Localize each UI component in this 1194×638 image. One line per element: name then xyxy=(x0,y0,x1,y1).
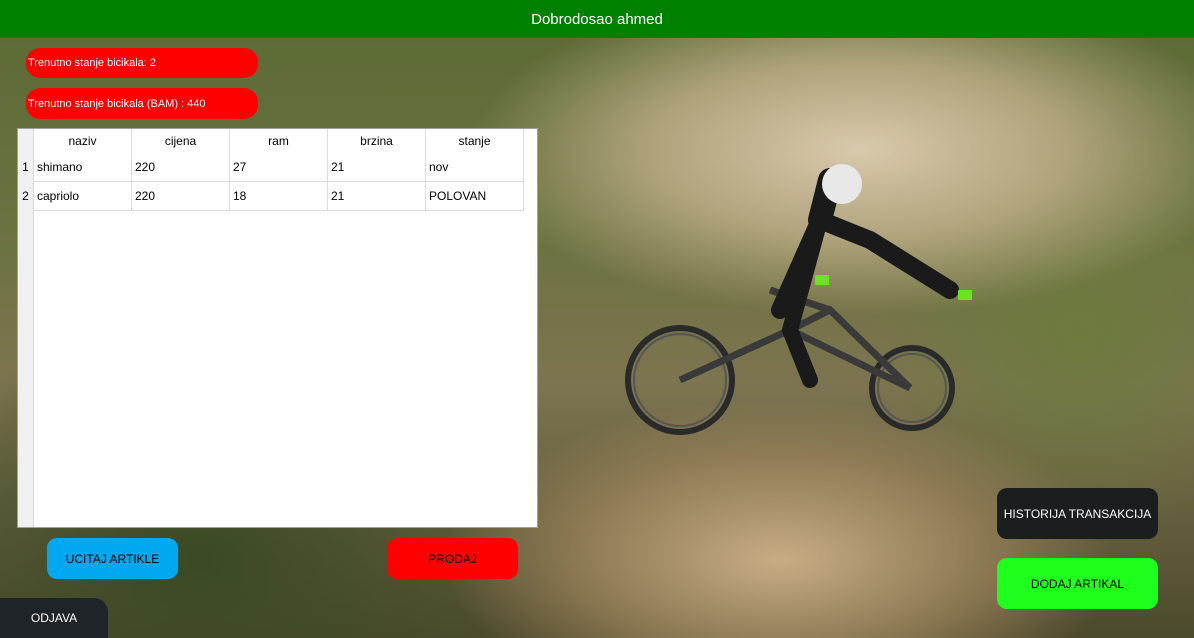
logout-button[interactable]: ODJAVA xyxy=(0,598,108,638)
corner-header-cell[interactable] xyxy=(18,129,34,153)
bike-value-label: Trenutno stanje bicikala (BAM) : 440 xyxy=(26,88,258,119)
bike-count-label: Trenutno stanje bicikala: 2 xyxy=(26,48,258,78)
table-cell[interactable]: capriolo xyxy=(33,181,132,211)
row-index[interactable]: 1 xyxy=(18,153,34,182)
table-row[interactable]: 2 capriolo 220 18 21 POLOVAN xyxy=(18,181,524,211)
table-cell[interactable]: 220 xyxy=(131,181,230,211)
table-cell[interactable]: shimano xyxy=(33,153,132,182)
sell-button[interactable]: PRODAJ xyxy=(387,538,518,579)
table-header-row: naziv cijena ram brzina stanje xyxy=(18,129,524,153)
column-header-ram[interactable]: ram xyxy=(229,129,328,153)
column-header-naziv[interactable]: naziv xyxy=(33,129,132,153)
table-cell[interactable]: 21 xyxy=(327,181,426,211)
app-window: Dobrodosao ahmed Trenutno stanje bicikal… xyxy=(0,0,1194,638)
welcome-title: Dobrodosao ahmed xyxy=(531,10,663,28)
transaction-history-button[interactable]: HISTORIJA TRANSAKCIJA xyxy=(997,488,1158,539)
table-cell[interactable]: 27 xyxy=(229,153,328,182)
background-mountain-biker-image xyxy=(625,164,972,435)
bikes-data-grid[interactable]: naziv cijena ram brzina stanje 1 shimano… xyxy=(17,128,538,528)
table-cell[interactable]: nov xyxy=(425,153,524,182)
add-article-button[interactable]: DODAJ ARTIKAL xyxy=(997,558,1158,609)
header-bar: Dobrodosao ahmed xyxy=(0,0,1194,38)
row-index[interactable]: 2 xyxy=(18,181,34,211)
table-cell[interactable]: POLOVAN xyxy=(425,181,524,211)
bikes-table: naziv cijena ram brzina stanje 1 shimano… xyxy=(18,129,524,211)
table-cell[interactable]: 18 xyxy=(229,181,328,211)
table-row[interactable]: 1 shimano 220 27 21 nov xyxy=(18,153,524,182)
column-header-stanje[interactable]: stanje xyxy=(425,129,524,153)
column-header-brzina[interactable]: brzina xyxy=(327,129,426,153)
table-cell[interactable]: 21 xyxy=(327,153,426,182)
column-header-cijena[interactable]: cijena xyxy=(131,129,230,153)
table-cell[interactable]: 220 xyxy=(131,153,230,182)
load-articles-button[interactable]: UCITAJ ARTIKLE xyxy=(47,538,178,579)
